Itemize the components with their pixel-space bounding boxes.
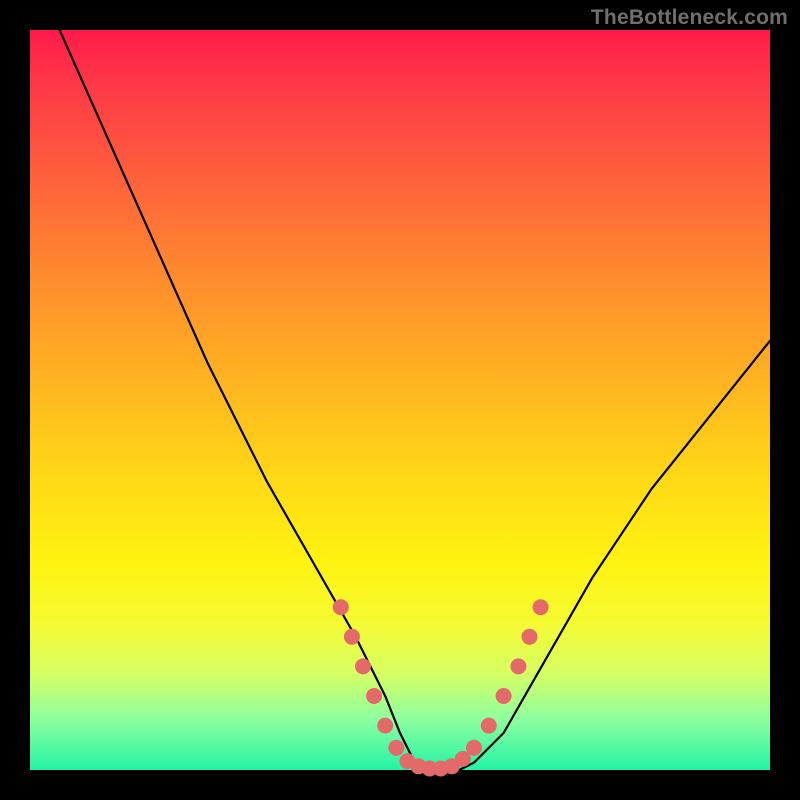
highlight-dot <box>510 658 526 674</box>
highlight-dot <box>533 599 549 615</box>
highlight-dot <box>388 740 404 756</box>
highlight-dot <box>333 599 349 615</box>
watermark-text: TheBottleneck.com <box>591 6 788 30</box>
highlight-dot <box>522 629 538 645</box>
highlight-dot <box>344 629 360 645</box>
highlight-dot <box>366 688 382 704</box>
highlight-dots-group <box>333 599 549 776</box>
highlight-dot <box>377 718 393 734</box>
bottleneck-curve-line <box>60 30 770 770</box>
bottleneck-chart <box>30 30 770 770</box>
highlight-dot <box>496 688 512 704</box>
highlight-dot <box>466 740 482 756</box>
highlight-dot <box>481 718 497 734</box>
highlight-dot <box>355 658 371 674</box>
